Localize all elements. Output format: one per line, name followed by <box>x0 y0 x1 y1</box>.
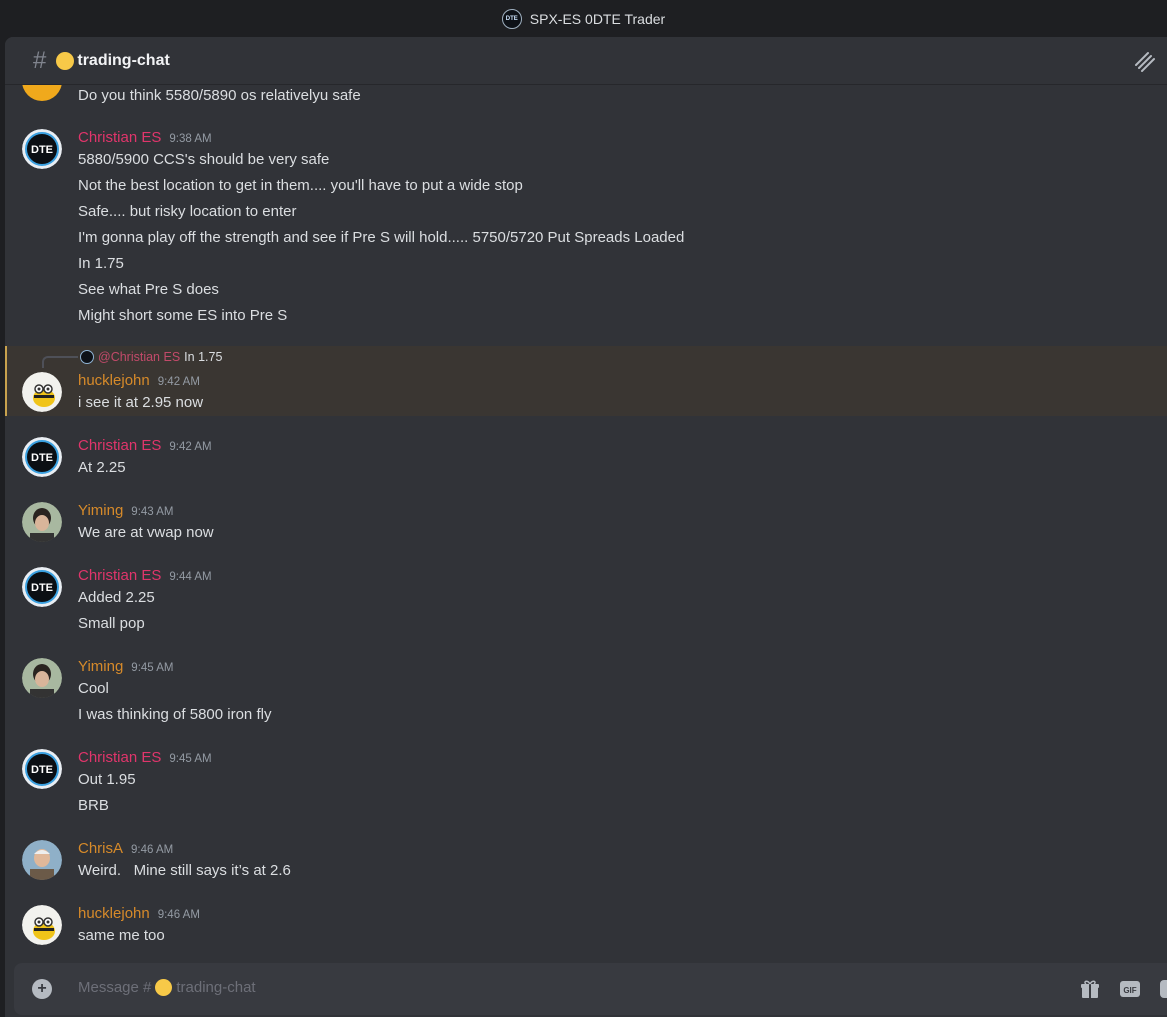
timestamp: 9:38 AM <box>169 133 212 145</box>
window-titlebar: DTE SPX-ES 0DTE Trader <box>0 0 1167 37</box>
avatar[interactable] <box>22 85 62 101</box>
timestamp: 9:46 AM <box>157 909 200 921</box>
message-text: Cool <box>78 680 109 697</box>
message: Yiming 9:45 AM Cool I was thinking of 580… <box>5 654 1167 730</box>
grimace-emoji-icon <box>155 979 173 996</box>
message-text: I'm gonna play off the strength and see … <box>78 229 685 246</box>
message-text: BRB <box>78 797 109 814</box>
author-name[interactable]: hucklejohn 9:46 AM <box>78 905 200 922</box>
svg-text:DTE: DTE <box>31 452 53 464</box>
server-logo-icon: DTE <box>501 8 522 29</box>
message-text: Safe.... but risky location to enter <box>78 203 297 220</box>
author-name[interactable]: ChrisA 9:46 AM <box>78 840 173 857</box>
grimace-emoji-icon <box>56 51 75 70</box>
gift-icon[interactable] <box>1079 979 1101 999</box>
svg-text:DTE: DTE <box>31 582 53 594</box>
message-text: Not the best location to get in them....… <box>78 177 523 194</box>
message-reply: @Christian ES In 1.75 hucklejohn 9:42 AM … <box>5 346 1167 416</box>
timestamp: 9:44 AM <box>169 571 212 583</box>
avatar[interactable] <box>22 658 62 698</box>
chat-panel: # trading-chat Do you think 5580/5890 os… <box>5 37 1167 1017</box>
author-name[interactable]: Christian ES 9:44 AM <box>78 567 212 584</box>
author-name[interactable]: Yiming 9:45 AM <box>78 658 174 675</box>
plus-circle-icon[interactable]: + <box>32 979 52 999</box>
message-text: Do you think 5580/5890 os relativelyu sa… <box>78 87 361 104</box>
message: DTE Christian ES 9:44 AM Added 2.25 Small… <box>5 563 1167 639</box>
timestamp: 9:43 AM <box>131 506 174 518</box>
window-title: SPX-ES 0DTE Trader <box>529 10 666 27</box>
message-input[interactable]: Message # trading-chat <box>78 979 256 996</box>
reply-connector <box>42 356 78 368</box>
reply-avatar-icon <box>80 350 94 364</box>
avatar[interactable]: DTE <box>22 129 62 169</box>
message-text: We are at vwap now <box>78 524 214 541</box>
avatar[interactable] <box>22 372 62 412</box>
author-name[interactable]: Christian ES 9:38 AM <box>78 129 212 146</box>
channel-name: trading-chat <box>77 51 170 69</box>
author-name[interactable]: hucklejohn 9:42 AM <box>78 372 200 389</box>
avatar[interactable] <box>22 840 62 880</box>
avatar[interactable]: DTE <box>22 437 62 477</box>
message-text: I was thinking of 5800 iron fly <box>78 706 272 723</box>
timestamp: 9:46 AM <box>131 844 174 856</box>
timestamp: 9:42 AM <box>157 376 200 388</box>
author-name[interactable]: Yiming 9:43 AM <box>78 502 174 519</box>
message: DTE Christian ES 9:45 AM Out 1.95 BRB <box>5 745 1167 821</box>
message: DTE Christian ES 9:38 AM 5880/5900 CCS's … <box>5 125 1167 331</box>
placeholder-prefix: Message # <box>78 979 152 996</box>
message: Do you think 5580/5890 os relativelyu sa… <box>5 85 1167 113</box>
message-text: Might short some ES into Pre S <box>78 307 288 324</box>
hash-icon: # <box>33 46 47 74</box>
message-text: same me too <box>78 927 165 944</box>
timestamp: 9:45 AM <box>131 662 174 674</box>
timestamp: 9:45 AM <box>169 753 212 765</box>
message: DTE Christian ES 9:42 AM At 2.25 <box>5 433 1167 483</box>
message-text: i see it at 2.95 now <box>78 394 204 411</box>
message-list[interactable]: Do you think 5580/5890 os relativelyu sa… <box>5 85 1167 957</box>
svg-text:DTE: DTE <box>31 764 53 776</box>
reply-text: In 1.75 <box>184 350 223 364</box>
avatar[interactable] <box>22 905 62 945</box>
reply-mention[interactable]: @Christian ES <box>98 350 180 364</box>
channel-header: # trading-chat <box>5 37 1167 85</box>
avatar[interactable]: DTE <box>22 567 62 607</box>
message: Yiming 9:43 AM We are at vwap now <box>5 498 1167 548</box>
message: hucklejohn 9:46 AM same me too <box>5 901 1167 951</box>
threads-icon[interactable] <box>1133 50 1155 72</box>
timestamp: 9:42 AM <box>169 441 212 453</box>
message-text: 5880/5900 CCS's should be very safe <box>78 151 330 168</box>
message-text: Added 2.25 <box>78 589 155 606</box>
message-text: Weird. Mine still says it’s at 2.6 <box>78 862 291 879</box>
sticker-icon[interactable] <box>1159 979 1167 999</box>
placeholder-channel: trading-chat <box>176 979 256 996</box>
message-text: Out 1.95 <box>78 771 136 788</box>
message-text: At 2.25 <box>78 459 126 476</box>
message-text: Small pop <box>78 615 145 632</box>
avatar[interactable] <box>22 502 62 542</box>
message-text: See what Pre S does <box>78 281 219 298</box>
svg-text:GIF: GIF <box>1123 986 1136 995</box>
message: ChrisA 9:46 AM Weird. Mine still says it’… <box>5 836 1167 886</box>
message-composer[interactable]: + Message # trading-chat GIF <box>14 963 1167 1015</box>
svg-text:DTE: DTE <box>31 144 53 156</box>
message-text: In 1.75 <box>78 255 124 272</box>
reply-preview[interactable]: @Christian ES In 1.75 <box>80 350 222 364</box>
avatar[interactable]: DTE <box>22 749 62 789</box>
gif-icon[interactable]: GIF <box>1119 979 1141 999</box>
author-name[interactable]: Christian ES 9:42 AM <box>78 437 212 454</box>
author-name[interactable]: Christian ES 9:45 AM <box>78 749 212 766</box>
